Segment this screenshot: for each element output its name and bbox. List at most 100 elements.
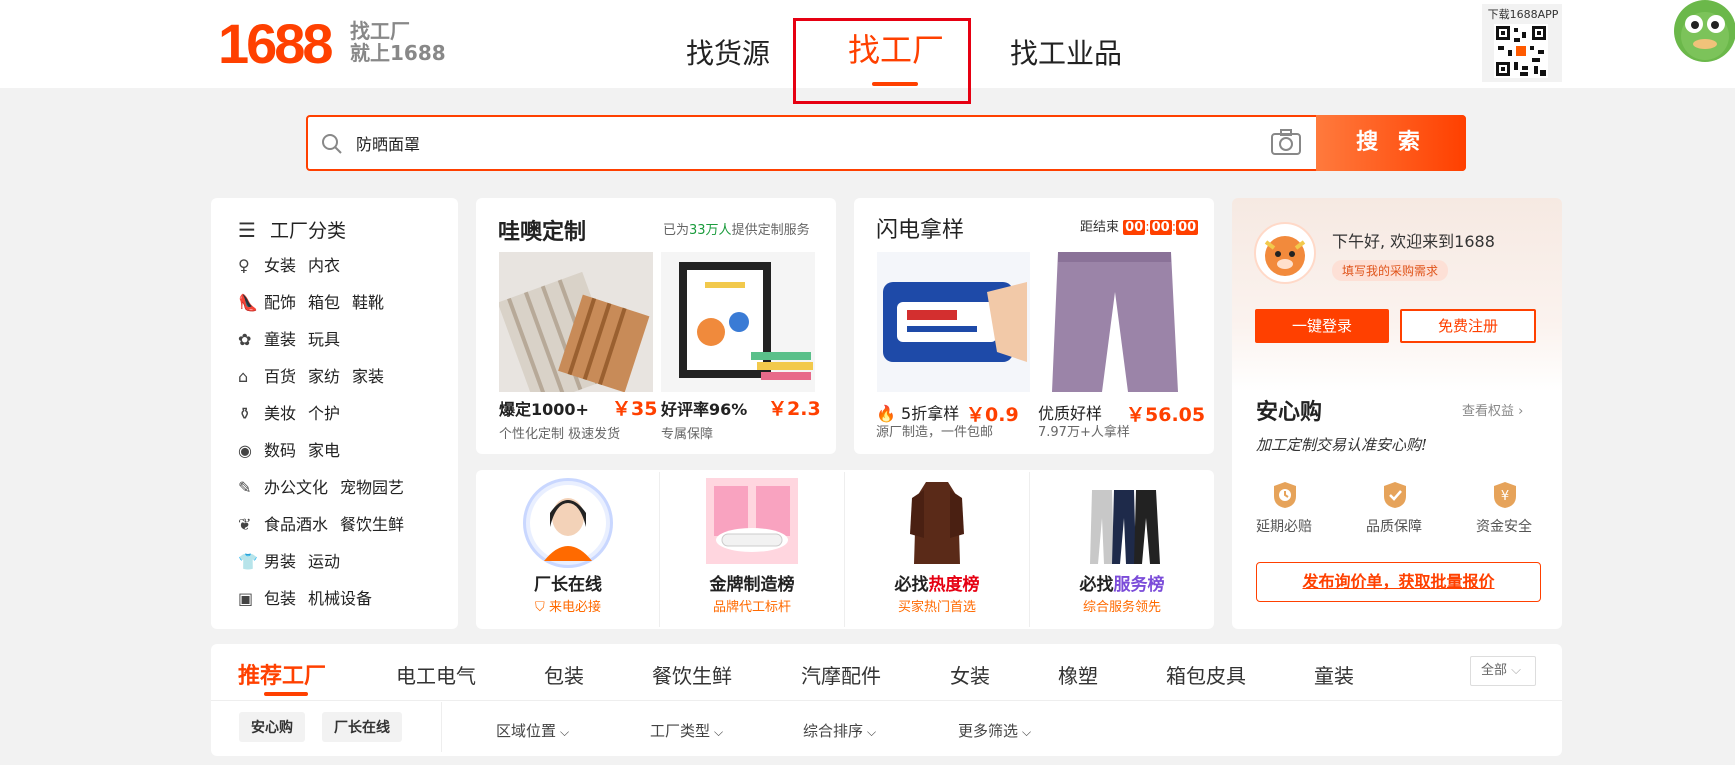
factory-owner-avatar[interactable] <box>523 478 613 568</box>
view-rights-link[interactable]: 查看权益 › <box>1462 400 1523 419</box>
category-link[interactable]: 女装 <box>264 256 296 275</box>
category-link[interactable]: 数码 <box>264 441 296 460</box>
countdown-label: 距结束 <box>1080 220 1120 235</box>
logo-tagline-line-2: 就上1688 <box>350 41 446 65</box>
category-row: ✎ 办公文化 宠物园艺 <box>238 477 416 499</box>
apple-icon: ❦ <box>238 515 252 534</box>
purchase-request-pill[interactable]: 填写我的采购需求 <box>1332 260 1449 281</box>
category-row: ▣ 包装 机械设备 <box>238 588 384 610</box>
all-categories-select[interactable]: 全部 ⌵ <box>1470 656 1536 686</box>
category-link[interactable]: 家纺 <box>308 367 340 386</box>
search-input[interactable] <box>356 128 1256 158</box>
badge-delay-compensation: 延期必赔 <box>1256 519 1312 535</box>
coat-image[interactable] <box>906 478 968 566</box>
filter-dropdown[interactable]: 区域位置 ⌵ <box>496 720 569 741</box>
service-rank-highlight: 服务榜 <box>1113 575 1165 595</box>
filter-dropdown-label: 工厂类型 <box>650 722 711 740</box>
factory-tab[interactable]: 推荐工厂 <box>238 658 326 690</box>
clock-shield-icon <box>1274 482 1296 508</box>
category-link[interactable]: 机械设备 <box>308 589 372 608</box>
qr-label: 下载1688APP <box>1487 8 1559 21</box>
divider <box>441 702 442 752</box>
chevron-down-icon: ⌵ <box>867 725 877 739</box>
custom-item-1-price: ￥35 <box>612 398 658 420</box>
category-title: 工厂分类 <box>270 220 347 242</box>
category-row: ♀ 女装 内衣 <box>238 255 352 277</box>
countdown-minutes: 00 <box>1149 220 1172 235</box>
flash-card-title[interactable]: 闪电拿样 <box>876 212 964 244</box>
factory-tab[interactable]: 电工电气 <box>396 660 476 689</box>
filter-dropdown-label: 区域位置 <box>496 722 557 740</box>
dress-icon: ♀ <box>238 256 250 275</box>
category-link[interactable]: 餐饮生鲜 <box>340 515 404 534</box>
factory-tab[interactable]: 汽摩配件 <box>801 660 881 689</box>
category-row: ✿ 童装 玩具 <box>238 329 352 351</box>
category-row: ❦ 食品酒水 餐饮生鲜 <box>238 514 416 536</box>
category-link[interactable]: 食品酒水 <box>264 515 328 534</box>
product-image-panels[interactable] <box>497 252 653 406</box>
gold-rank-image[interactable] <box>706 478 798 564</box>
card-gold-rank-sub: 品牌代工标杆 <box>712 600 791 615</box>
category-link[interactable]: 宠物园艺 <box>340 478 404 497</box>
camera-search-icon[interactable] <box>1270 128 1302 156</box>
factory-tab[interactable]: 橡塑 <box>1058 660 1098 689</box>
pet-icon: ✎ <box>238 478 252 497</box>
tab-find-industrial[interactable]: 找工业品 <box>1010 36 1122 72</box>
category-link[interactable]: 美妆 <box>264 404 296 423</box>
category-link[interactable]: 办公文化 <box>264 478 328 497</box>
category-link[interactable]: 男装 <box>264 552 296 571</box>
category-link[interactable]: 家装 <box>352 367 384 386</box>
filter-dropdown[interactable]: 综合排序 ⌵ <box>803 720 876 741</box>
filter-dropdown[interactable]: 更多筛选 ⌵ <box>958 720 1031 741</box>
category-link[interactable]: 玩具 <box>308 330 340 349</box>
factory-tab[interactable]: 包装 <box>544 660 584 689</box>
factory-tab[interactable]: 餐饮生鲜 <box>652 660 732 689</box>
filter-dropdown[interactable]: 工厂类型 ⌵ <box>650 720 723 741</box>
flash-item-2-desc: 7.97万+人拿样 <box>1038 425 1130 440</box>
category-link[interactable]: 童装 <box>264 330 296 349</box>
pants-image[interactable] <box>1090 488 1160 564</box>
category-link[interactable]: 运动 <box>308 552 340 571</box>
search-button[interactable]: 搜 索 <box>1316 115 1466 171</box>
custom-item-1-label: 爆定1000+ <box>499 400 589 419</box>
category-row: ⌂ 百货 家纺 家装 <box>238 366 396 388</box>
custom-card-note: 已为33万人提供定制服务 <box>663 219 810 238</box>
filter-tag-owner-online[interactable]: 厂长在线 <box>322 712 402 742</box>
category-link[interactable]: 箱包 <box>308 293 340 312</box>
category-row: ◉ 数码 家电 <box>238 440 352 462</box>
category-link[interactable]: 家电 <box>308 441 340 460</box>
shield-check-icon: ⛉ <box>535 600 545 615</box>
product-image-wipes[interactable] <box>877 252 1030 392</box>
anxingou-title: 安心购 <box>1256 400 1323 425</box>
countdown: 距结束 00:00:00 <box>1080 220 1199 235</box>
logo[interactable]: 1688 <box>218 12 334 76</box>
qr-code-icon[interactable] <box>1494 24 1548 78</box>
category-link[interactable]: 包装 <box>264 589 296 608</box>
custom-card-title[interactable]: 哇噢定制 <box>498 214 586 246</box>
hot-rank-prefix: 必找 <box>894 575 929 595</box>
product-image-frames[interactable] <box>661 252 815 392</box>
login-button[interactable]: 一键登录 <box>1255 309 1389 343</box>
filter-tag-anxingou[interactable]: 安心购 <box>239 712 305 742</box>
post-inquiry-button[interactable]: 发布询价单，获取批量报价 <box>1256 562 1541 602</box>
category-link[interactable]: 配饰 <box>264 293 296 312</box>
product-image-pants[interactable] <box>1038 252 1191 392</box>
category-link[interactable]: 个护 <box>308 404 340 423</box>
mascot-avatar-icon[interactable] <box>1674 0 1735 62</box>
toy-icon: ✿ <box>238 330 252 349</box>
card-factory-owner-title[interactable]: 厂长在线 <box>476 570 660 595</box>
card-service-rank-sub: 综合服务领先 <box>1082 600 1161 615</box>
card-hot-rank-title[interactable]: 必找热度榜 <box>845 570 1029 595</box>
factory-tab[interactable]: 女装 <box>950 660 990 689</box>
card-gold-rank-title[interactable]: 金牌制造榜 <box>660 570 844 595</box>
tab-find-goods[interactable]: 找货源 <box>686 36 770 72</box>
factory-tab[interactable]: 箱包皮具 <box>1166 660 1246 689</box>
card-service-rank-title[interactable]: 必找服务榜 <box>1030 570 1214 595</box>
bottle-icon: ⚱ <box>238 404 252 423</box>
register-button[interactable]: 免费注册 <box>1400 309 1536 343</box>
logo-tagline: 找工厂 就上1688 <box>350 20 450 64</box>
category-link[interactable]: 百货 <box>264 367 296 386</box>
category-link[interactable]: 鞋靴 <box>352 293 384 312</box>
category-link[interactable]: 内衣 <box>308 256 340 275</box>
factory-tab[interactable]: 童装 <box>1314 660 1354 689</box>
